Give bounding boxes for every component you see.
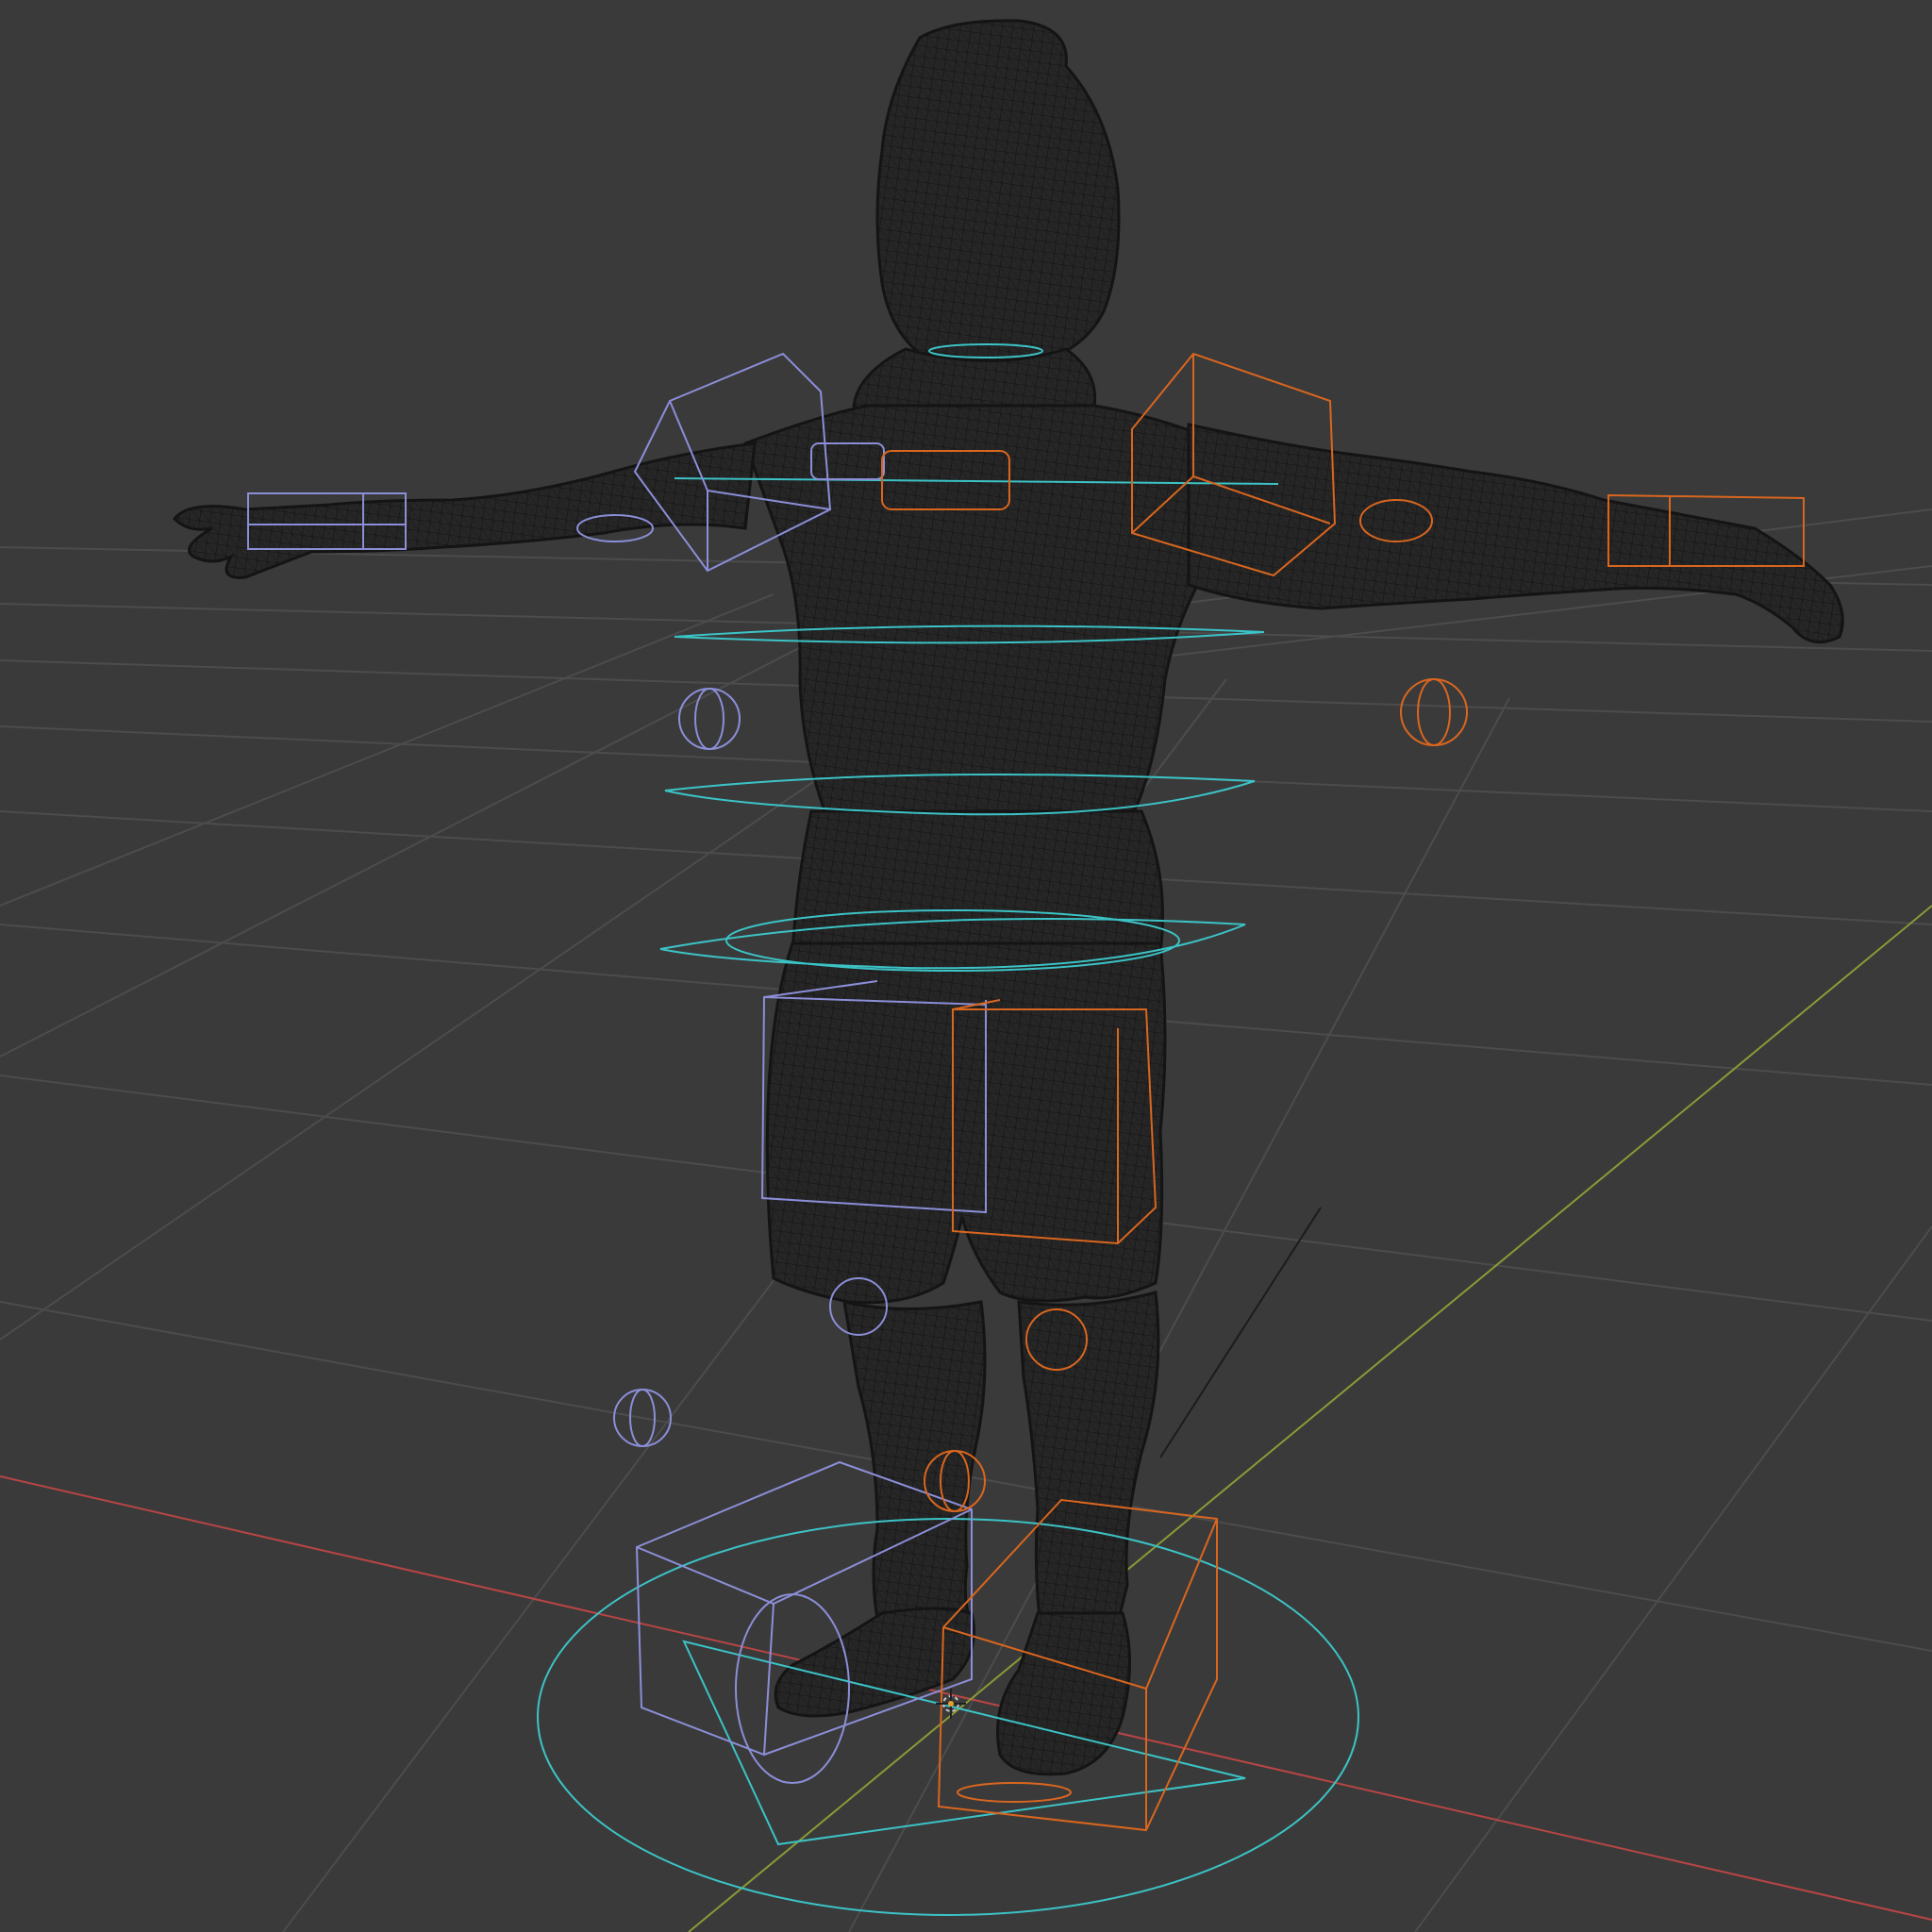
viewport-canvas[interactable] [0, 0, 1932, 1932]
mesh-waist[interactable] [791, 809, 1164, 955]
3d-viewport[interactable] [0, 0, 1932, 1932]
